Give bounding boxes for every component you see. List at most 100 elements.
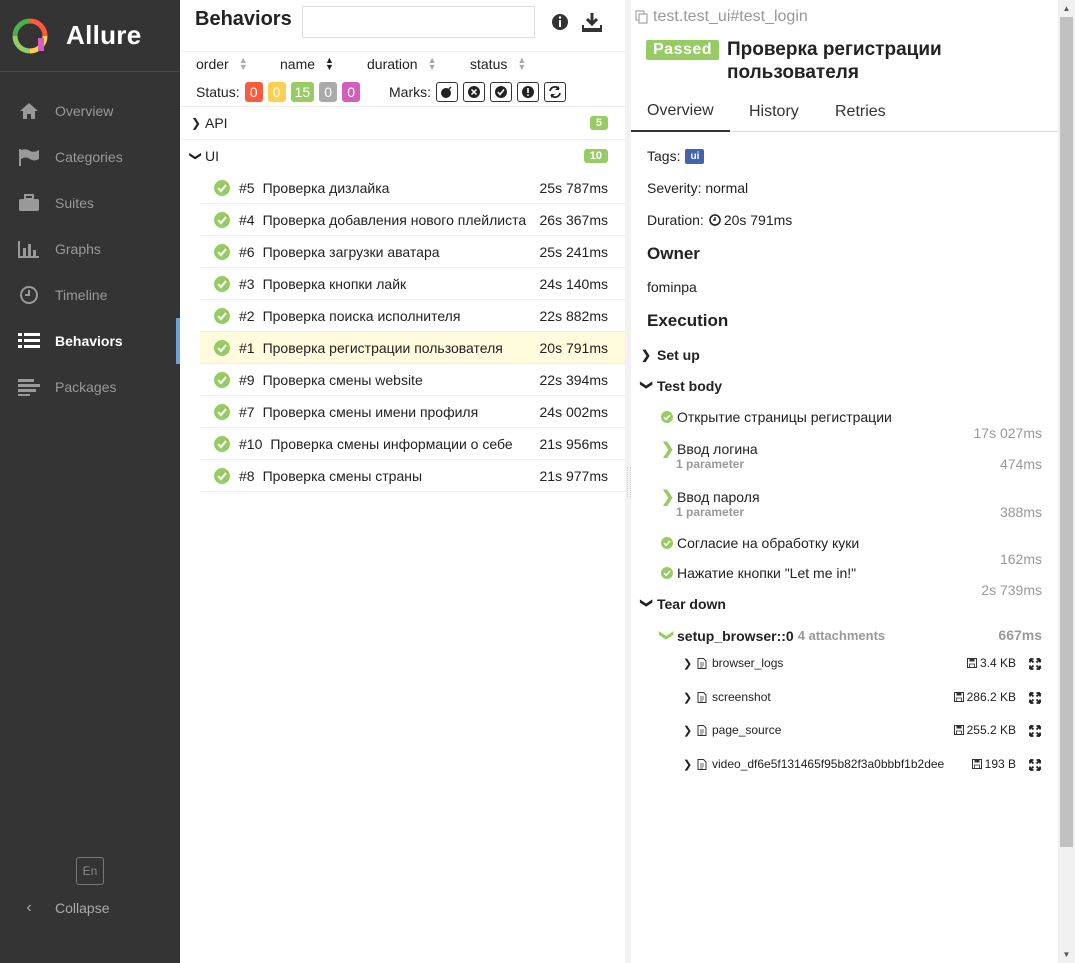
attachment-item[interactable]: ❯ page_source: [683, 723, 781, 737]
status-passed-toggle[interactable]: 15: [290, 82, 315, 102]
text-file-icon: [697, 657, 707, 669]
save-icon: [953, 725, 964, 735]
test-row[interactable]: #3 Проверка кнопки лайк 24s 140ms: [200, 268, 625, 300]
step-item[interactable]: Открытие страницы регистрации: [661, 409, 892, 425]
chevron-down-icon: ❯: [659, 629, 676, 642]
collapse-label: Collapse: [55, 900, 110, 916]
copy-icon[interactable]: [635, 10, 649, 24]
scrollbar[interactable]: ▲ ▼: [1058, 0, 1075, 963]
scrollbar-thumb[interactable]: [1060, 17, 1073, 847]
tab-history[interactable]: History: [749, 92, 799, 132]
step-item[interactable]: Нажатие кнопки "Let me in!": [661, 565, 856, 581]
step-name: Открытие страницы регистрации: [677, 409, 892, 425]
sidebar-item-graphs[interactable]: Graphs: [0, 226, 180, 272]
attachment-item[interactable]: ❯ browser_logs: [683, 656, 783, 670]
group-count-badge: 5: [589, 115, 608, 130]
test-number: #4: [239, 211, 255, 228]
status-badge: Passed: [646, 40, 720, 60]
refresh-icon[interactable]: [544, 82, 566, 102]
sidebar-item-packages[interactable]: Packages: [0, 364, 180, 410]
app-logo[interactable]: Allure: [0, 0, 180, 72]
test-duration: 20s 791ms: [539, 339, 608, 356]
exclamation-circle-icon[interactable]: [517, 82, 539, 102]
tab-overview[interactable]: Overview: [631, 92, 730, 132]
fixture-setup-browser[interactable]: ❯ setup_browser::0 4 attachments: [659, 627, 886, 644]
scroll-up-icon[interactable]: ▲: [1058, 0, 1075, 17]
sidebar-item-timeline[interactable]: Timeline: [0, 272, 180, 318]
test-row[interactable]: #7 Проверка смены имени профиля 24s 002ms: [200, 396, 625, 428]
test-row[interactable]: #5 Проверка дизлайка 25s 787ms: [200, 172, 625, 204]
scroll-down-icon[interactable]: ▼: [1058, 946, 1075, 963]
group-api[interactable]: ❯ API 5: [180, 106, 625, 138]
test-row[interactable]: #9 Проверка смены website 22s 394ms: [200, 364, 625, 396]
test-row[interactable]: #6 Проверка загрузки аватара 25s 241ms: [200, 236, 625, 268]
attachment-size: 286.2 KB: [953, 690, 1016, 704]
breadcrumb-text: test.test_ui#test_login: [653, 8, 808, 25]
attachment-size-value: 286.2 KB: [966, 690, 1016, 704]
collapse-button[interactable]: ‹ Collapse: [18, 896, 109, 920]
test-row[interactable]: #2 Проверка поиска исполнителя 22s 882ms: [200, 300, 625, 332]
chevron-right-icon: ❯: [641, 348, 652, 362]
status-failed-toggle[interactable]: 0: [244, 82, 263, 102]
tag-badge: ui: [685, 148, 705, 164]
sort-order[interactable]: order ▲ ▼: [196, 56, 248, 73]
language-button[interactable]: En: [76, 857, 104, 885]
test-name: Проверка поиска исполнителя: [262, 307, 461, 324]
tab-retries[interactable]: Retries: [835, 92, 886, 132]
attachment-item[interactable]: ❯ video_df6e5f131465f95b82f3a0bbbf1b2dee: [683, 757, 944, 771]
close-circle-icon[interactable]: [463, 82, 485, 102]
step-parameters[interactable]: 1 parameter: [676, 505, 744, 519]
status-unknown-toggle[interactable]: 0: [342, 82, 361, 102]
attachment-size: 3.4 KB: [966, 656, 1016, 670]
stage-tear-down[interactable]: ❯ Tear down: [640, 596, 726, 612]
bar-chart-icon: [18, 238, 40, 260]
sidebar-item-categories[interactable]: Categories: [0, 134, 180, 180]
expand-icon[interactable]: [1029, 758, 1041, 771]
status-broken-toggle[interactable]: 0: [267, 82, 286, 102]
stage-setup[interactable]: ❯ Set up: [641, 347, 700, 363]
sidebar-item-label: Graphs: [55, 241, 101, 257]
chevron-down-icon: ❯: [640, 380, 654, 391]
test-row[interactable]: #10 Проверка смены информации о себе 21s 9…: [200, 428, 625, 460]
expand-icon[interactable]: [1029, 657, 1041, 670]
test-number: #10: [239, 435, 263, 452]
search-input[interactable]: [302, 6, 535, 38]
step-duration: 17s 027ms: [973, 425, 1042, 441]
download-icon[interactable]: [582, 12, 602, 32]
step-parameters[interactable]: 1 parameter: [676, 457, 744, 471]
stage-label: Tear down: [657, 596, 726, 612]
test-row[interactable]: #4 Проверка добавления нового плейлиста 26…: [200, 204, 625, 236]
sidebar-item-behaviors[interactable]: Behaviors: [0, 318, 180, 364]
bomb-icon[interactable]: [436, 82, 458, 102]
group-ui[interactable]: ❯ UI 10: [180, 139, 625, 171]
attachment-item[interactable]: ❯ screenshot: [683, 690, 771, 704]
step-duration: 162ms: [999, 551, 1042, 567]
step-item[interactable]: ❯ Ввод пароля: [661, 487, 760, 507]
expand-icon[interactable]: [1029, 691, 1041, 704]
test-duration: 25s 241ms: [539, 243, 608, 260]
test-name: Проверка смены имени профиля: [262, 403, 479, 420]
test-duration: 25s 787ms: [539, 179, 608, 196]
step-duration: 474ms: [999, 456, 1042, 472]
step-item[interactable]: ❯ Ввод логина: [661, 439, 758, 459]
stage-test-body[interactable]: ❯ Test body: [640, 378, 722, 394]
expand-icon[interactable]: [1029, 724, 1041, 737]
step-item[interactable]: Согласие на обработку куки: [661, 535, 859, 551]
sort-duration[interactable]: duration ▲ ▼: [367, 56, 437, 73]
status-skipped-toggle[interactable]: 0: [319, 82, 338, 102]
sort-status[interactable]: status ▲ ▼: [470, 55, 527, 73]
sidebar-item-suites[interactable]: Suites: [0, 180, 180, 226]
info-icon[interactable]: [550, 12, 570, 32]
duration-value: 20s 791ms: [723, 212, 793, 228]
sidebar: Allure Overview Categories Suites Graphs…: [0, 0, 180, 963]
test-row[interactable]: #8 Проверка смены страны 21s 977ms: [200, 460, 625, 492]
passed-check-icon: [214, 211, 230, 228]
test-number: #6: [239, 243, 255, 260]
sort-arrows-icon: ▲ ▼: [517, 55, 527, 72]
check-circle-icon[interactable]: [490, 82, 512, 102]
test-row[interactable]: #1 Проверка регистрации пользователя 20s 7…: [200, 332, 625, 364]
group-name: UI: [205, 147, 219, 164]
sort-name[interactable]: name ▲ ▼: [280, 56, 334, 73]
attachment-name: browser_logs: [712, 656, 784, 670]
sidebar-item-overview[interactable]: Overview: [0, 88, 180, 134]
